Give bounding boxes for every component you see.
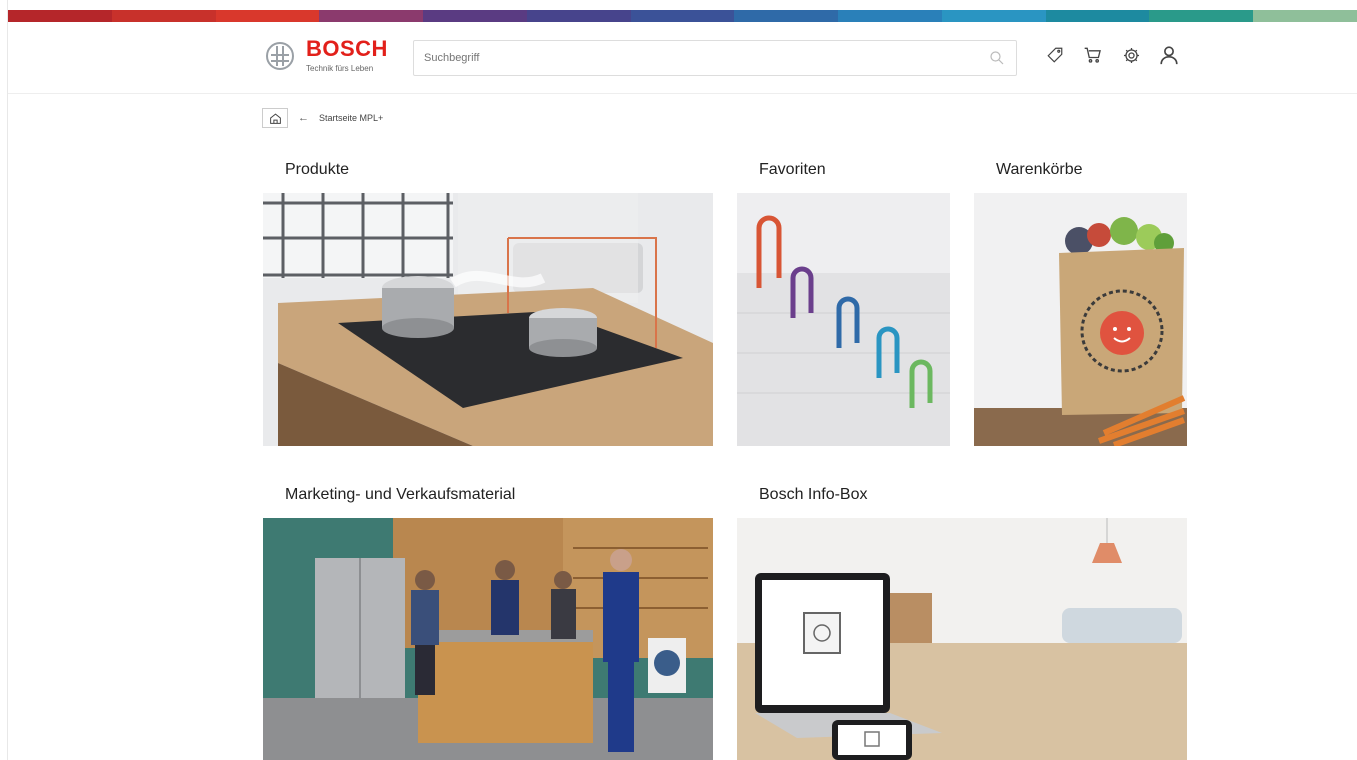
tile-header: Marketing- und Verkaufsmaterial [263,472,713,518]
brand-name: BOSCH [306,36,388,61]
home-icon [269,113,281,124]
settings-icon[interactable] [1120,44,1142,66]
tile-header: Favoriten [737,147,950,193]
tile-warenkoerbe[interactable]: Warenkörbe [974,147,1187,446]
home-button[interactable] [262,108,288,128]
search-box[interactable] [413,40,1017,76]
brand-color-segment [319,10,424,22]
tile-favoriten[interactable]: Favoriten [737,147,950,446]
breadcrumb-current: Startseite MPL+ [319,113,384,123]
breadcrumb: ← Startseite MPL+ [262,108,383,128]
brand-color-segment [8,10,112,22]
tile-header: Produkte [263,147,713,193]
tile-image-kitchen-showroom [263,518,713,760]
tile-image-shopping-bag [974,193,1187,446]
tile-header: Bosch Info-Box [737,472,1187,518]
brand-color-segment [1045,10,1150,22]
logo-text: BOSCH Technik fürs Leben [306,36,388,74]
brand-color-segment [734,10,839,22]
back-arrow-icon[interactable]: ← [298,112,309,124]
brand-color-segment [1149,10,1254,22]
brand-color-segment [1253,10,1357,22]
tile-image-kitchen-cooktop [263,193,713,446]
user-icon[interactable] [1158,44,1180,66]
brand-tagline: Technik fürs Leben [306,64,374,73]
tile-title: Bosch Info-Box [759,486,868,503]
tile-title: Warenkörbe [996,161,1083,178]
brand-color-bar [8,10,1357,22]
brand-color-segment [423,10,527,22]
brand-color-segment [941,10,1046,22]
tile-infobox[interactable]: Bosch Info-Box [737,472,1187,760]
tile-image-paperclips [737,193,950,446]
tile-title: Favoriten [759,161,826,178]
tile-marketing[interactable]: Marketing- und Verkaufsmaterial [263,472,713,760]
cart-icon[interactable] [1082,44,1104,66]
tile-image-laptop-room [737,518,1187,760]
header: BOSCH Technik fürs Leben [8,22,1357,94]
search-icon[interactable] [988,49,1006,67]
brand-color-segment [526,10,631,22]
brand-color-segment [630,10,735,22]
tile-produkte[interactable]: Produkte [263,147,713,446]
bosch-armature-icon [266,41,294,70]
bosch-logo[interactable]: BOSCH Technik fürs Leben [266,38,388,73]
brand-color-segment [838,10,942,22]
brand-color-segment [111,10,216,22]
page: BOSCH Technik fürs Leben Suchbegriff ← S… [0,0,1357,760]
header-icons [1044,44,1180,66]
window-edge [0,0,8,760]
search-input[interactable] [424,52,988,64]
tile-title: Marketing- und Verkaufsmaterial [285,486,516,503]
tag-icon[interactable] [1044,44,1066,66]
tile-title: Produkte [285,161,350,178]
tile-header: Warenkörbe [974,147,1187,193]
brand-color-segment [215,10,320,22]
